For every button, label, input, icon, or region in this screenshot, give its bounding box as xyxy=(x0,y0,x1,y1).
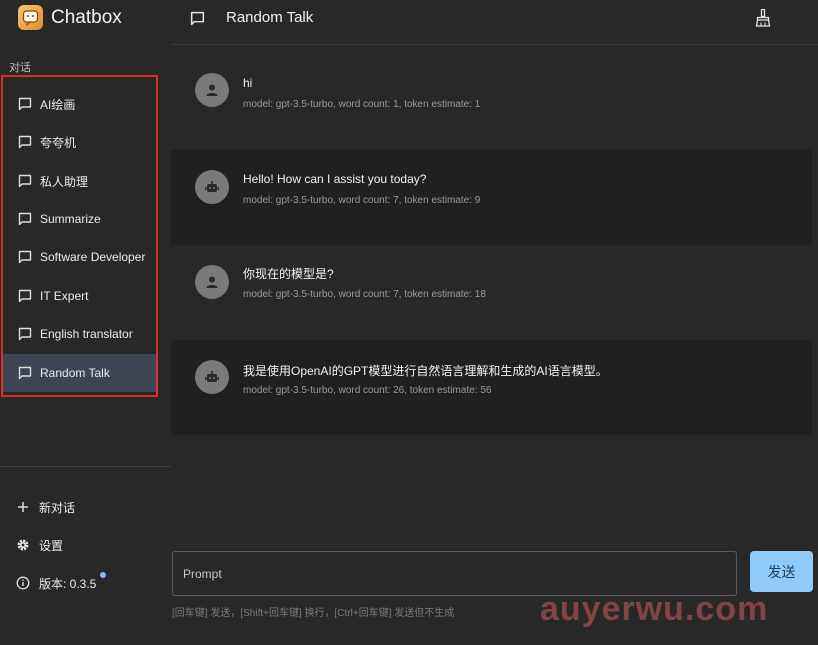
chat-header: Random Talk xyxy=(171,0,818,45)
info-icon xyxy=(16,576,30,590)
message-list: hi model: gpt-3.5-turbo, word count: 1, … xyxy=(171,46,818,436)
chat-bubble-icon xyxy=(17,173,33,189)
message-meta: model: gpt-3.5-turbo, word count: 7, tok… xyxy=(243,195,481,206)
sidebar-item-label: IT Expert xyxy=(40,289,89,303)
sidebar-item-label: Software Developer xyxy=(40,250,146,264)
person-icon xyxy=(195,265,229,299)
brand: Chatbox xyxy=(18,5,122,30)
person-icon xyxy=(195,73,229,107)
sidebar-item-english-translator[interactable]: English translator xyxy=(3,315,156,353)
sidebar-item-summarize[interactable]: Summarize xyxy=(3,200,156,238)
prompt-input[interactable] xyxy=(183,552,723,595)
sidebar-item-label: Summarize xyxy=(40,212,101,226)
plus-icon xyxy=(16,500,30,514)
message-assistant: Hello! How can I assist you today? model… xyxy=(171,150,812,245)
robot-icon xyxy=(195,360,229,394)
broom-icon[interactable] xyxy=(755,8,771,27)
new-chat-button[interactable]: 新对话 xyxy=(0,490,171,524)
send-button[interactable]: 发送 xyxy=(750,551,813,592)
sidebar: Chatbox 对话 AI绘画 夸夸机 私人助理 Summarize Softw… xyxy=(0,0,171,645)
sidebar-item-praise-bot[interactable]: 夸夸机 xyxy=(3,123,156,161)
chat-bubble-icon xyxy=(17,134,33,150)
message-text: 你现在的模型是? xyxy=(243,267,334,281)
new-chat-label: 新对话 xyxy=(39,500,76,515)
settings-button[interactable]: 设置 xyxy=(0,528,171,562)
message-meta: model: gpt-3.5-turbo, word count: 7, tok… xyxy=(243,289,486,300)
sidebar-item-random-talk[interactable]: Random Talk xyxy=(3,354,156,392)
chat-title: Random Talk xyxy=(226,9,314,26)
chat-bubble-icon xyxy=(17,211,33,227)
sidebar-item-label: AI绘画 xyxy=(40,97,76,112)
settings-label: 设置 xyxy=(39,538,64,553)
sidebar-item-ai-painting[interactable]: AI绘画 xyxy=(3,85,156,123)
chat-bubble-icon xyxy=(17,96,33,112)
chat-bubble-icon xyxy=(17,326,33,342)
sidebar-item-label: Random Talk xyxy=(40,366,110,380)
chat-bubble-icon xyxy=(17,365,33,381)
message-meta: model: gpt-3.5-turbo, word count: 1, tok… xyxy=(243,99,481,110)
app-title: Chatbox xyxy=(51,6,122,28)
keyboard-hint: [回车键] 发送，[Shift+回车键] 换行，[Ctrl+回车键] 发送但不生… xyxy=(172,608,455,619)
version-label: 版本: 0.3.5 xyxy=(39,576,97,591)
sidebar-item-it-expert[interactable]: IT Expert xyxy=(3,277,156,315)
conversation-list: AI绘画 夸夸机 私人助理 Summarize Software Develop… xyxy=(1,75,158,397)
message-user: hi model: gpt-3.5-turbo, word count: 1, … xyxy=(171,46,812,141)
sidebar-item-software-developer[interactable]: Software Developer xyxy=(3,238,156,276)
update-dot xyxy=(100,572,106,578)
conversations-section-label: 对话 xyxy=(9,62,31,74)
chat-bubble-icon xyxy=(17,249,33,265)
message-text: 我是使用OpenAI的GPT模型进行自然语言理解和生成的AI语言模型。 xyxy=(243,364,608,378)
sidebar-item-label: English translator xyxy=(40,327,133,341)
chat-bubble-icon xyxy=(17,288,33,304)
message-text: hi xyxy=(243,76,253,90)
message-user: 你现在的模型是? model: gpt-3.5-turbo, word coun… xyxy=(171,245,812,340)
gear-icon xyxy=(16,538,30,552)
watermark: auyerwu.com xyxy=(540,590,769,628)
app-logo-icon xyxy=(18,5,43,30)
sidebar-item-label: 夸夸机 xyxy=(40,135,77,150)
sidebar-item-personal-assistant[interactable]: 私人助理 xyxy=(3,162,156,200)
chat-bubble-icon xyxy=(189,10,206,27)
sidebar-item-label: 私人助理 xyxy=(40,174,89,189)
chatbox-app: Chatbox 对话 AI绘画 夸夸机 私人助理 Summarize Softw… xyxy=(0,0,818,645)
version-button[interactable]: 版本: 0.3.5 xyxy=(0,566,171,600)
robot-icon xyxy=(195,170,229,204)
sidebar-divider xyxy=(0,466,171,467)
message-text: Hello! How can I assist you today? xyxy=(243,172,427,186)
message-assistant: 我是使用OpenAI的GPT模型进行自然语言理解和生成的AI语言模型。 mode… xyxy=(171,340,812,435)
message-meta: model: gpt-3.5-turbo, word count: 26, to… xyxy=(243,385,492,396)
